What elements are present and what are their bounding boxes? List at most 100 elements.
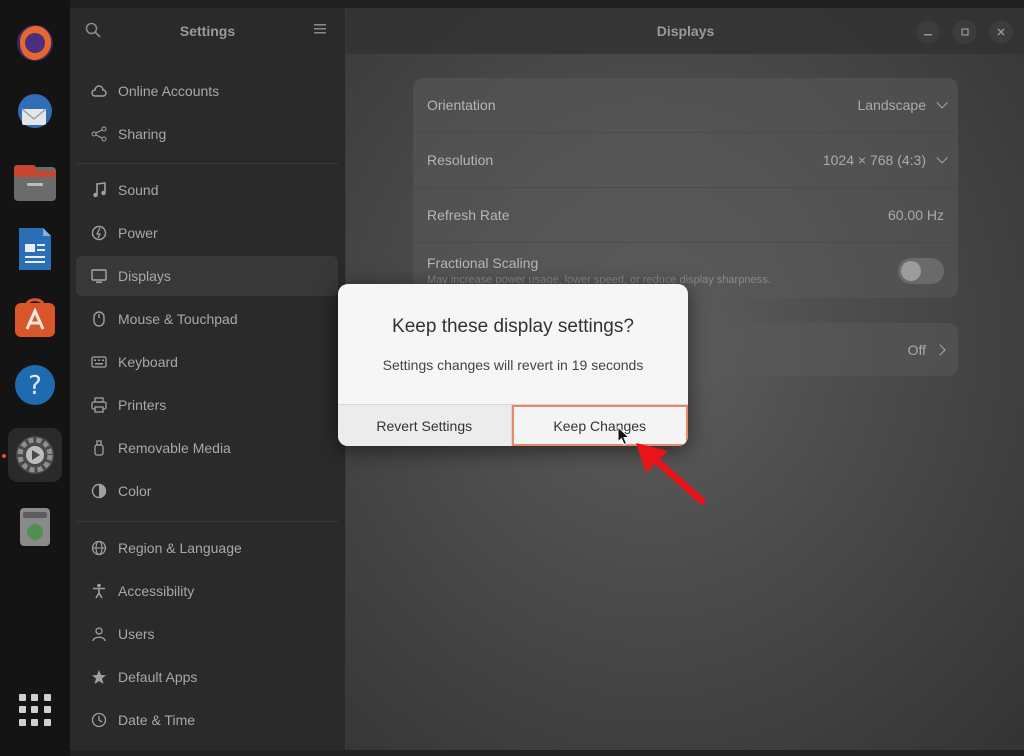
dock-help[interactable]: ? bbox=[8, 358, 62, 412]
main-header: Displays bbox=[346, 8, 1024, 54]
resolution-value: 1024 × 768 (4:3) bbox=[822, 152, 926, 168]
help-icon: ? bbox=[15, 365, 55, 405]
orientation-label: Orientation bbox=[427, 97, 496, 113]
refresh-rate-row[interactable]: Refresh Rate 60.00 Hz bbox=[413, 188, 958, 243]
sidebar-item-default-apps[interactable]: Default Apps bbox=[76, 657, 338, 697]
music-note-icon bbox=[90, 181, 108, 199]
sidebar-divider bbox=[76, 163, 338, 164]
fractional-scaling-toggle[interactable] bbox=[898, 257, 944, 284]
dock-files[interactable] bbox=[8, 156, 62, 210]
color-icon bbox=[90, 482, 108, 500]
mouse-cursor-icon bbox=[617, 426, 631, 446]
menu-icon[interactable] bbox=[312, 22, 330, 40]
sidebar-item-label: Sound bbox=[118, 182, 159, 198]
sidebar-item-date-time[interactable]: Date & Time bbox=[76, 700, 338, 740]
night-light-value: Off bbox=[907, 341, 926, 358]
active-indicator bbox=[2, 454, 6, 458]
dock-firefox[interactable] bbox=[8, 16, 62, 70]
cloud-icon bbox=[90, 82, 108, 100]
sidebar-item-power[interactable]: Power bbox=[76, 213, 338, 253]
resolution-row[interactable]: Resolution 1024 × 768 (4:3) bbox=[413, 133, 958, 188]
annotation-arrow-icon bbox=[636, 443, 706, 505]
firefox-icon bbox=[17, 25, 53, 61]
sidebar-item-displays[interactable]: Displays bbox=[76, 256, 338, 296]
sidebar-item-label: Removable Media bbox=[118, 440, 231, 456]
sidebar-item-label: Accessibility bbox=[118, 583, 195, 599]
sidebar-item-label: Users bbox=[118, 626, 155, 642]
sidebar-item-sharing[interactable]: Sharing bbox=[76, 114, 338, 154]
night-light-status: Off bbox=[907, 341, 946, 358]
minimize-icon[interactable] bbox=[916, 20, 940, 44]
sidebar-item-region-language[interactable]: Region & Language bbox=[76, 528, 338, 568]
resolution-dropdown[interactable]: 1024 × 768 (4:3) bbox=[822, 152, 948, 168]
sidebar: Settings Online Accounts Sharing Sound P… bbox=[70, 8, 345, 750]
fractional-scaling-text: Fractional Scaling May increase power us… bbox=[427, 255, 771, 286]
resolution-label: Resolution bbox=[427, 152, 494, 168]
thunderbird-icon bbox=[18, 94, 52, 128]
sidebar-item-color[interactable]: Color bbox=[76, 471, 338, 511]
sidebar-item-label: Sharing bbox=[118, 126, 167, 142]
app-center-icon bbox=[15, 298, 55, 337]
star-icon bbox=[90, 668, 108, 686]
svg-text:?: ? bbox=[28, 371, 42, 401]
share-icon bbox=[90, 125, 108, 143]
orientation-dropdown[interactable]: Landscape bbox=[857, 97, 948, 113]
sidebar-item-label: Printers bbox=[118, 397, 167, 413]
sidebar-item-printers[interactable]: Printers bbox=[76, 385, 338, 425]
sidebar-item-users[interactable]: Users bbox=[76, 614, 338, 654]
writer-icon bbox=[19, 228, 51, 270]
refresh-rate-value: 60.00 Hz bbox=[887, 207, 944, 223]
sidebar-item-mouse-touchpad[interactable]: Mouse & Touchpad bbox=[76, 299, 338, 339]
usb-icon bbox=[90, 439, 108, 457]
sidebar-item-label: Keyboard bbox=[118, 354, 178, 370]
dock-thunderbird[interactable] bbox=[8, 86, 62, 140]
orientation-row[interactable]: Orientation Landscape bbox=[413, 78, 958, 133]
users-icon bbox=[90, 625, 108, 643]
display-settings-card: Orientation Landscape Resolution 1024 × … bbox=[413, 78, 958, 298]
dock-writer[interactable] bbox=[8, 222, 62, 276]
search-icon[interactable] bbox=[84, 22, 102, 40]
clock-icon bbox=[90, 711, 108, 729]
dialog-countdown: Settings changes will revert in 19 secon… bbox=[382, 357, 644, 373]
revert-settings-button[interactable]: Revert Settings bbox=[338, 405, 512, 446]
dock-trash[interactable] bbox=[8, 498, 62, 552]
files-icon bbox=[14, 165, 56, 201]
dock-app-center[interactable] bbox=[8, 290, 62, 344]
chevron-down-icon bbox=[936, 152, 948, 164]
desktop: ? Settings Online Accounts Sharing Sound… bbox=[0, 0, 1024, 756]
chevron-down-icon bbox=[936, 97, 948, 109]
orientation-value: Landscape bbox=[857, 97, 926, 113]
keyboard-icon bbox=[90, 353, 108, 371]
monitor-icon bbox=[90, 267, 108, 285]
globe-icon bbox=[90, 539, 108, 557]
sidebar-header: Settings bbox=[70, 8, 345, 54]
accessibility-icon bbox=[90, 582, 108, 600]
dialog-title: Keep these display settings? bbox=[392, 316, 634, 337]
mouse-icon bbox=[90, 310, 108, 328]
sidebar-item-label: Mouse & Touchpad bbox=[118, 311, 238, 327]
close-icon[interactable] bbox=[989, 20, 1013, 44]
keep-settings-dialog: Keep these display settings? Settings ch… bbox=[338, 284, 688, 446]
sidebar-item-label: Default Apps bbox=[118, 669, 198, 685]
sidebar-item-online-accounts[interactable]: Online Accounts bbox=[76, 71, 338, 111]
chevron-right-icon bbox=[934, 343, 946, 356]
maximize-icon[interactable] bbox=[953, 20, 977, 44]
sidebar-divider bbox=[76, 521, 338, 522]
sidebar-item-removable-media[interactable]: Removable Media bbox=[76, 428, 338, 468]
sidebar-item-accessibility[interactable]: Accessibility bbox=[76, 571, 338, 611]
power-icon bbox=[90, 224, 108, 242]
sidebar-title: Settings bbox=[179, 23, 236, 39]
fractional-scaling-label: Fractional Scaling bbox=[427, 255, 539, 271]
sidebar-item-label: Displays bbox=[118, 268, 171, 284]
dock-settings[interactable] bbox=[8, 428, 62, 482]
sidebar-item-sound[interactable]: Sound bbox=[76, 170, 338, 210]
printer-icon bbox=[90, 396, 108, 414]
settings-icon bbox=[16, 436, 54, 474]
sidebar-item-label: Color bbox=[118, 483, 152, 499]
page-title: Displays bbox=[656, 23, 715, 39]
sidebar-item-label: Date & Time bbox=[118, 712, 196, 728]
trash-icon bbox=[20, 508, 50, 546]
sidebar-item-keyboard[interactable]: Keyboard bbox=[76, 342, 338, 382]
show-apps-icon[interactable] bbox=[19, 694, 51, 726]
refresh-rate-label: Refresh Rate bbox=[427, 207, 510, 223]
